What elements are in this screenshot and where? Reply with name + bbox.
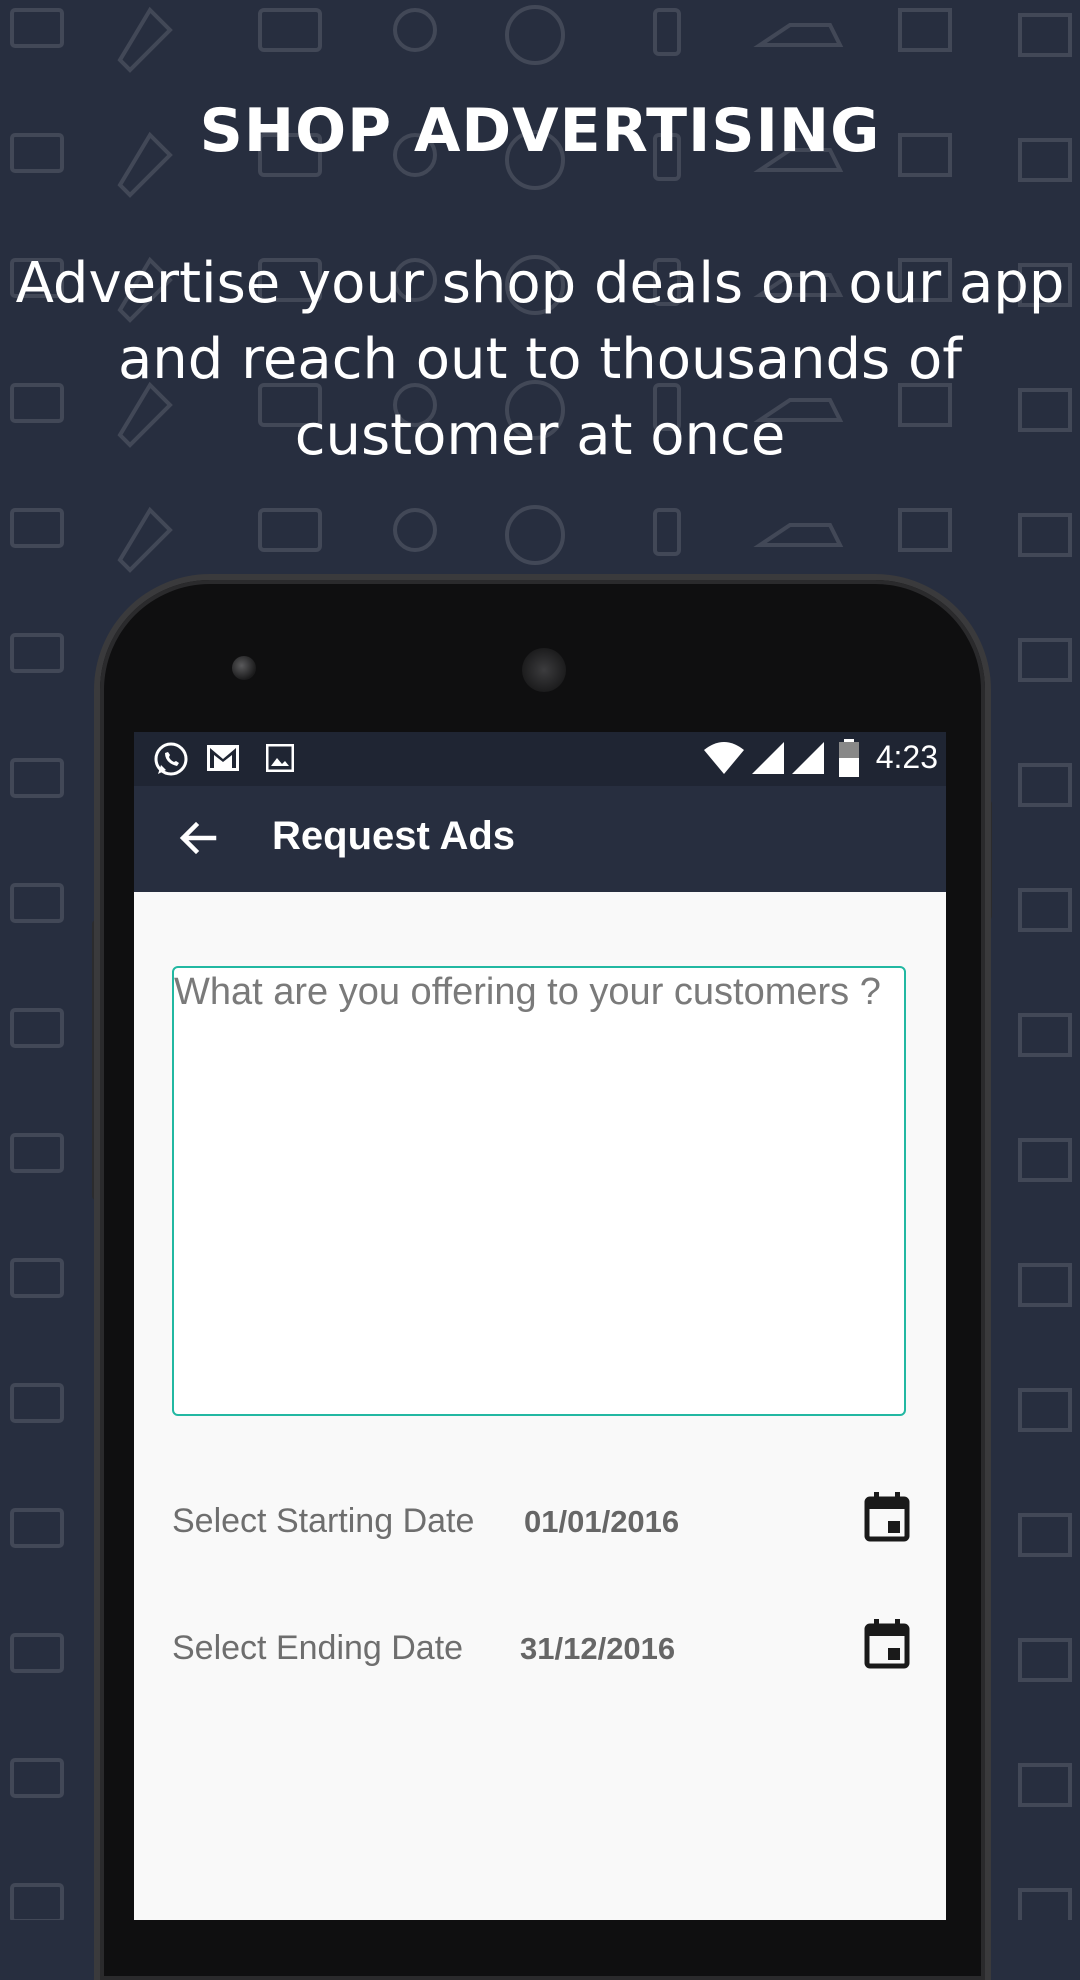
signal-icon (752, 742, 784, 774)
calendar-icon[interactable] (862, 1490, 912, 1544)
app-bar: Request Ads (134, 786, 946, 892)
page-title: Request Ads (272, 814, 516, 858)
image-icon (266, 744, 294, 772)
promo-subtitle: Advertise your shop deals on our app and… (15, 251, 1065, 468)
status-time: 4:23 (875, 739, 938, 775)
calendar-icon[interactable] (862, 1617, 912, 1671)
phone-speaker (522, 648, 566, 692)
offer-description-input[interactable] (172, 966, 906, 1416)
start-date-value[interactable]: 01/01/2016 (524, 1504, 679, 1540)
signal-icon (792, 742, 824, 774)
battery-icon (839, 739, 859, 777)
phone-screen: 4:23 Request Ads Select Starting Date 01… (134, 732, 946, 1920)
front-camera (232, 656, 256, 680)
gmail-icon (207, 745, 239, 771)
status-bar: 4:23 (134, 732, 946, 786)
whatsapp-icon (154, 742, 188, 776)
start-date-row[interactable]: Select Starting Date 01/01/2016 (172, 1490, 912, 1550)
end-date-label: Select Ending Date (172, 1629, 464, 1667)
wifi-icon (704, 742, 744, 774)
start-date-label: Select Starting Date (172, 1502, 475, 1540)
end-date-value[interactable]: 31/12/2016 (520, 1631, 675, 1667)
arrow-back-icon[interactable] (170, 810, 226, 866)
end-date-row[interactable]: Select Ending Date 31/12/2016 (172, 1617, 912, 1677)
promo-title: SHOP ADVERTISING (199, 96, 881, 166)
